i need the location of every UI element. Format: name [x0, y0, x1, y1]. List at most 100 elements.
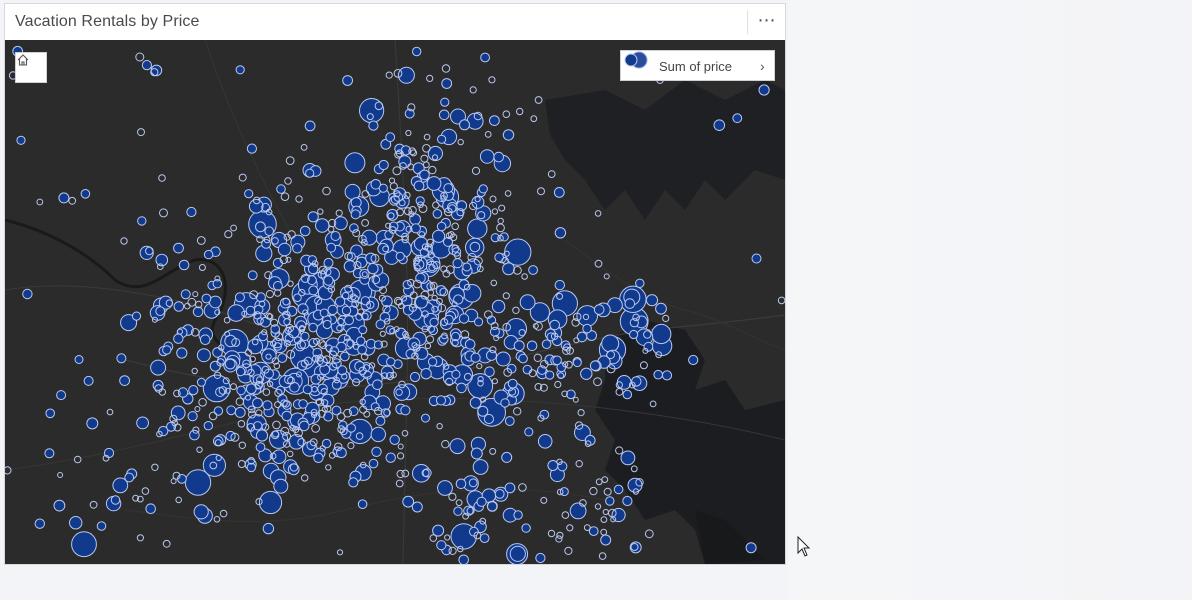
rental-point[interactable] — [432, 201, 440, 209]
rental-point[interactable] — [277, 353, 288, 363]
rental-point[interactable] — [432, 209, 443, 219]
rental-point[interactable] — [424, 342, 432, 350]
rental-point[interactable] — [247, 270, 258, 281]
rental-point[interactable] — [513, 510, 523, 520]
rental-point[interactable] — [566, 524, 574, 532]
rental-point[interactable] — [436, 423, 443, 430]
rental-point[interactable] — [489, 195, 497, 203]
rental-point[interactable] — [124, 472, 135, 483]
rental-point[interactable] — [459, 119, 470, 131]
rental-point[interactable] — [644, 529, 654, 539]
rental-point[interactable] — [443, 183, 454, 194]
rental-point[interactable] — [513, 407, 522, 416]
rental-point[interactable] — [238, 441, 247, 449]
rental-point[interactable] — [445, 265, 455, 275]
rental-point[interactable] — [577, 409, 585, 417]
rental-point[interactable] — [645, 294, 659, 307]
rental-point[interactable] — [478, 184, 488, 194]
rental-point[interactable] — [622, 389, 633, 400]
rental-point[interactable] — [331, 405, 342, 416]
rental-point[interactable] — [196, 236, 206, 245]
rental-point[interactable] — [69, 516, 83, 530]
rental-point[interactable] — [310, 373, 322, 385]
rental-point[interactable] — [620, 450, 636, 466]
rental-point[interactable] — [261, 348, 277, 364]
rental-point[interactable] — [196, 377, 206, 387]
rental-point[interactable] — [281, 410, 293, 422]
rental-point[interactable] — [176, 347, 188, 359]
rental-point[interactable] — [537, 187, 545, 196]
rental-point[interactable] — [470, 447, 483, 460]
rental-point[interactable] — [441, 440, 450, 449]
rental-point[interactable] — [589, 486, 598, 496]
rental-point[interactable] — [300, 331, 310, 341]
rental-point[interactable] — [414, 295, 428, 309]
rental-point[interactable] — [524, 427, 534, 437]
rental-point[interactable] — [295, 195, 303, 203]
rental-point[interactable] — [83, 375, 94, 386]
rental-point[interactable] — [449, 438, 466, 455]
rental-point[interactable] — [317, 208, 324, 215]
rental-point[interactable] — [145, 503, 156, 515]
rental-point[interactable] — [323, 257, 334, 268]
rental-point[interactable] — [395, 251, 405, 261]
map-canvas[interactable] — [5, 40, 785, 564]
rental-point[interactable] — [441, 64, 451, 73]
rental-point[interactable] — [244, 189, 254, 199]
rental-point[interactable] — [203, 421, 214, 431]
rental-point[interactable] — [537, 434, 553, 449]
rental-point[interactable] — [732, 113, 743, 124]
rental-point[interactable] — [474, 317, 484, 327]
rental-point[interactable] — [245, 305, 256, 316]
rental-point[interactable] — [420, 154, 429, 163]
rental-point[interactable] — [135, 52, 145, 62]
rental-point[interactable] — [119, 375, 130, 387]
rental-point[interactable] — [472, 459, 489, 475]
rental-point[interactable] — [357, 344, 368, 355]
rental-point[interactable] — [435, 285, 447, 296]
rental-point[interactable] — [777, 296, 785, 305]
rental-point[interactable] — [327, 304, 338, 316]
rental-point[interactable] — [622, 495, 633, 507]
rental-point[interactable] — [476, 496, 487, 507]
rental-point[interactable] — [342, 75, 354, 86]
rental-point[interactable] — [480, 52, 491, 63]
rental-point[interactable] — [651, 323, 672, 345]
rental-point[interactable] — [458, 313, 470, 324]
rental-point[interactable] — [502, 110, 511, 118]
rental-point[interactable] — [444, 534, 451, 541]
rental-point[interactable] — [57, 472, 64, 478]
rental-point[interactable] — [272, 257, 283, 269]
rental-point[interactable] — [655, 302, 667, 315]
rental-point[interactable] — [436, 540, 447, 551]
rental-point[interactable] — [400, 405, 411, 416]
rental-point[interactable] — [441, 78, 453, 89]
rental-point[interactable] — [308, 285, 319, 296]
rental-point[interactable] — [327, 226, 335, 233]
rental-point[interactable] — [302, 384, 313, 395]
rental-point[interactable] — [193, 504, 209, 520]
rental-point[interactable] — [298, 399, 308, 409]
rental-point[interactable] — [223, 316, 231, 324]
rental-point[interactable] — [504, 190, 512, 197]
rental-point[interactable] — [488, 76, 496, 84]
rental-point[interactable] — [519, 294, 536, 311]
rental-point[interactable] — [44, 448, 55, 459]
rental-point[interactable] — [265, 290, 274, 299]
rental-point[interactable] — [248, 199, 264, 214]
rental-point[interactable] — [136, 534, 144, 542]
rental-point[interactable] — [453, 294, 464, 305]
rental-point[interactable] — [357, 499, 368, 510]
rental-point[interactable] — [385, 132, 396, 143]
rental-point[interactable] — [189, 429, 200, 441]
rental-point[interactable] — [504, 416, 515, 426]
rental-point[interactable] — [491, 378, 498, 385]
rental-point[interactable] — [16, 135, 26, 145]
legend-button[interactable]: Sum of price › — [620, 50, 775, 81]
rental-point[interactable] — [455, 499, 463, 507]
rental-point[interactable] — [507, 378, 518, 389]
rental-point[interactable] — [258, 490, 283, 515]
rental-point[interactable] — [96, 521, 107, 531]
rental-point[interactable] — [203, 249, 214, 260]
rental-point[interactable] — [363, 410, 371, 418]
